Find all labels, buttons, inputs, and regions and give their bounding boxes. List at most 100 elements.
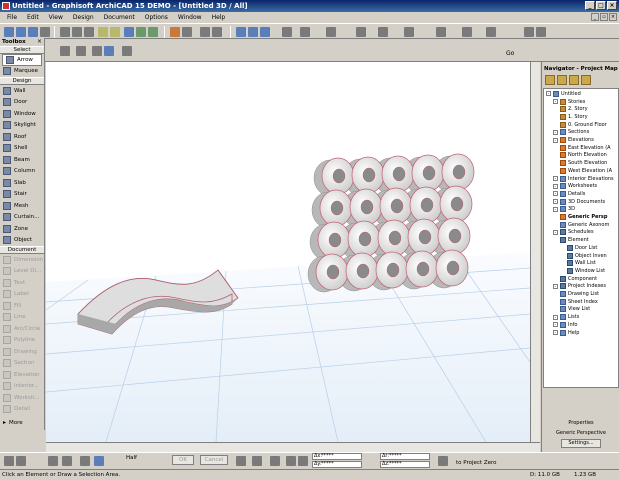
tool-detail[interactable]: Detail <box>0 404 44 416</box>
tree-item[interactable]: Generic Persp <box>560 213 607 221</box>
layer-icon[interactable] <box>182 27 192 37</box>
tree-item[interactable]: Window List <box>567 267 605 275</box>
menu-edit[interactable]: Edit <box>26 14 40 21</box>
cursor-snap-icon[interactable] <box>270 456 280 466</box>
layout-icon[interactable] <box>436 27 446 37</box>
tree-item[interactable]: - Worksheets <box>553 182 597 190</box>
expand-icon[interactable]: - <box>553 129 558 135</box>
close-button[interactable]: × <box>607 1 617 10</box>
tree-item[interactable]: South Elevation <box>560 159 607 167</box>
tree-item[interactable]: Drawing List <box>560 290 599 298</box>
syringe-icon[interactable] <box>148 27 158 37</box>
zoom-in-icon[interactable] <box>236 27 246 37</box>
ok-button[interactable]: OK <box>172 455 194 465</box>
pointer-icon[interactable] <box>124 27 134 37</box>
more-button[interactable]: ▸ More <box>0 417 44 429</box>
cylinder-array-object[interactable] <box>307 153 475 293</box>
tool-label[interactable]: Label <box>0 289 44 301</box>
tool-elevation[interactable]: Elevation <box>0 369 44 381</box>
doc-close-button[interactable]: × <box>609 13 617 21</box>
menu-view[interactable]: View <box>48 14 64 21</box>
expand-icon[interactable]: - <box>553 176 558 182</box>
tool-skylight[interactable]: Skylight <box>0 120 44 132</box>
tool-fill[interactable]: Fill <box>0 300 44 312</box>
3d-viewport[interactable] <box>46 62 540 442</box>
tree-item[interactable]: Sheet Index <box>560 298 598 306</box>
tree-item[interactable]: Component <box>560 275 597 283</box>
marquee-icon[interactable] <box>76 46 86 56</box>
expand-icon[interactable]: - <box>553 137 558 143</box>
save-icon[interactable] <box>28 27 38 37</box>
menu-file[interactable]: File <box>6 14 18 21</box>
tree-item[interactable]: - Details <box>553 190 585 198</box>
project-zero-icon[interactable] <box>438 456 448 466</box>
doc-restore-button[interactable]: ▫ <box>600 13 608 21</box>
geometry-method-icon[interactable] <box>4 456 14 466</box>
tool-section[interactable]: Section <box>0 358 44 370</box>
tool-beam[interactable]: Beam <box>0 154 44 166</box>
cursor-icon[interactable] <box>122 46 132 56</box>
expand-icon[interactable]: - <box>553 206 558 212</box>
document-header[interactable]: Document <box>0 246 44 254</box>
tree-item[interactable]: West Elevation (A <box>560 167 612 175</box>
new-icon[interactable] <box>4 27 14 37</box>
tree-item[interactable]: 2. Story <box>560 105 588 113</box>
paste-icon[interactable] <box>84 27 94 37</box>
3d-scene[interactable] <box>46 62 530 442</box>
delta-x-field[interactable]: Δx: ***** <box>312 453 362 460</box>
snap-mode-icon[interactable] <box>62 456 72 466</box>
snap-icon[interactable] <box>212 27 222 37</box>
copy-icon[interactable] <box>72 27 82 37</box>
expand-icon[interactable]: - <box>553 314 558 320</box>
tree-item[interactable]: - Untitled <box>546 90 581 98</box>
tree-item[interactable]: - Elevations <box>553 136 594 144</box>
menu-design[interactable]: Design <box>72 14 95 21</box>
expand-icon[interactable]: - <box>553 191 558 197</box>
menu-help[interactable]: Help <box>211 14 227 21</box>
cut-icon[interactable] <box>60 27 70 37</box>
print-icon[interactable] <box>40 27 50 37</box>
tree-item[interactable]: - Lists <box>553 313 579 321</box>
fit-icon[interactable] <box>260 27 270 37</box>
expand-icon[interactable]: - <box>553 322 558 328</box>
guide-line-icon[interactable] <box>236 456 246 466</box>
tree-item[interactable]: 0. Ground Floor <box>560 121 607 129</box>
tool-shell[interactable]: Shell <box>0 143 44 155</box>
trace-icon[interactable] <box>170 27 180 37</box>
design-header[interactable]: Design <box>0 77 44 85</box>
tool-level-di[interactable]: Level Di... <box>0 266 44 278</box>
tool-door[interactable]: Door <box>0 97 44 109</box>
expand-icon[interactable]: - <box>553 99 558 105</box>
cancel-button[interactable]: Cancel <box>200 455 228 465</box>
tool-window[interactable]: Window <box>0 108 44 120</box>
tree-item[interactable]: -3D Documents <box>553 198 605 206</box>
add-icon[interactable] <box>286 456 296 466</box>
tool-zone[interactable]: Zone <box>0 223 44 235</box>
tree-item[interactable]: - Interior Elevations <box>553 175 614 183</box>
expand-icon[interactable]: - <box>553 283 558 289</box>
minimize-button[interactable]: _ <box>585 1 595 10</box>
tool-line[interactable]: Line <box>0 312 44 324</box>
delta-r-field[interactable]: Δr: ***** <box>380 453 430 460</box>
tree-item[interactable]: Generic Axonom <box>560 221 609 229</box>
forward-icon[interactable] <box>536 27 546 37</box>
3d-view-icon[interactable] <box>326 27 336 37</box>
tool-text[interactable]: Text <box>0 277 44 289</box>
tool-slab[interactable]: Slab <box>0 177 44 189</box>
tool-arc-circle[interactable]: Arc/Circle <box>0 323 44 335</box>
single-floor-icon[interactable] <box>92 46 102 56</box>
tool-worksh[interactable]: Worksh... <box>0 392 44 404</box>
delta-y-field[interactable]: Δy: ***** <box>312 461 362 468</box>
tree-item[interactable]: Door List <box>567 244 597 252</box>
expand-icon[interactable]: - <box>553 199 558 205</box>
teamwork-icon[interactable] <box>486 27 496 37</box>
tool-marquee[interactable]: Marquee <box>0 66 44 78</box>
expand-icon[interactable]: - <box>553 330 558 336</box>
view-map-tab[interactable] <box>557 75 567 85</box>
maximize-button[interactable]: □ <box>596 1 606 10</box>
undo-icon[interactable] <box>98 27 108 37</box>
pen-icon[interactable] <box>16 456 26 466</box>
tree-item[interactable]: -3D <box>553 206 575 214</box>
tool-column[interactable]: Column <box>0 166 44 178</box>
tool-mesh[interactable]: Mesh <box>0 200 44 212</box>
